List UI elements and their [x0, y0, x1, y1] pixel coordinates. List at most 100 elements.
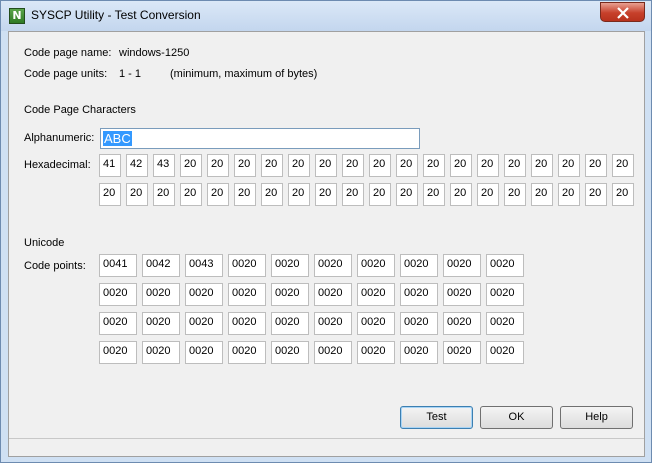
hex-cell: 20 — [558, 183, 580, 206]
code-point-cell: 0020 — [443, 283, 481, 306]
code-point-cell: 0020 — [443, 341, 481, 364]
title-bar[interactable]: N SYSCP Utility - Test Conversion — [1, 1, 651, 31]
code-point-cell: 0020 — [486, 254, 524, 277]
code-point-cell: 0020 — [142, 341, 180, 364]
hex-cell: 20 — [531, 154, 553, 177]
hex-cell: 20 — [585, 154, 607, 177]
code-point-cell: 0020 — [357, 254, 395, 277]
dialog-body: Code page name: windows-1250 Code page u… — [8, 31, 645, 457]
code-point-cell: 0020 — [443, 312, 481, 335]
hex-cell: 41 — [99, 154, 121, 177]
alphanumeric-label: Alphanumeric: — [24, 132, 95, 144]
code-point-cell: 0020 — [314, 312, 352, 335]
code-page-units-note: (minimum, maximum of bytes) — [170, 68, 318, 80]
code-point-cell: 0020 — [271, 341, 309, 364]
code-point-cell: 0020 — [185, 283, 223, 306]
code-point-cell: 0020 — [357, 283, 395, 306]
code-point-cell: 0020 — [142, 312, 180, 335]
code-point-cell: 0020 — [99, 312, 137, 335]
alphanumeric-input[interactable]: ABC — [100, 128, 420, 149]
code-page-units-label: Code page units: — [24, 68, 108, 80]
hex-cell: 20 — [315, 183, 337, 206]
code-point-cell: 0020 — [314, 283, 352, 306]
hexadecimal-label: Hexadecimal: — [24, 159, 91, 171]
code-point-cell: 0020 — [400, 283, 438, 306]
hex-cell: 20 — [315, 154, 337, 177]
code-point-cell: 0020 — [185, 341, 223, 364]
window-title: SYSCP Utility - Test Conversion — [31, 8, 201, 22]
hex-cell: 20 — [207, 154, 229, 177]
hex-cell: 20 — [504, 183, 526, 206]
code-page-name-value: windows-1250 — [119, 47, 190, 59]
code-point-cell: 0043 — [185, 254, 223, 277]
code-point-cell: 0020 — [271, 283, 309, 306]
code-point-cell: 0020 — [228, 312, 266, 335]
code-point-cell: 0020 — [486, 312, 524, 335]
hex-cell: 20 — [342, 154, 364, 177]
hex-cell: 20 — [126, 183, 148, 206]
hex-cell: 20 — [477, 183, 499, 206]
code-point-cell: 0020 — [486, 283, 524, 306]
help-button[interactable]: Help — [560, 406, 633, 429]
hex-cell: 20 — [423, 154, 445, 177]
code-point-cell: 0020 — [357, 312, 395, 335]
code-page-name-label: Code page name: — [24, 47, 112, 59]
code-point-cell: 0020 — [185, 312, 223, 335]
code-page-characters-heading: Code Page Characters — [24, 104, 136, 116]
code-point-cell: 0020 — [271, 254, 309, 277]
hex-cell: 20 — [504, 154, 526, 177]
selected-text: ABC — [103, 131, 132, 146]
hex-cell: 20 — [450, 154, 472, 177]
hex-cell: 20 — [288, 183, 310, 206]
code-point-cell: 0020 — [228, 254, 266, 277]
hex-cell: 20 — [153, 183, 175, 206]
code-point-cell: 0020 — [99, 341, 137, 364]
hex-cell: 20 — [342, 183, 364, 206]
hex-cell: 43 — [153, 154, 175, 177]
code-point-cell: 0020 — [400, 312, 438, 335]
hex-cell: 20 — [612, 183, 634, 206]
hex-cell: 20 — [423, 183, 445, 206]
hex-cell: 20 — [207, 183, 229, 206]
hex-cell: 20 — [585, 183, 607, 206]
code-point-cell: 0020 — [314, 254, 352, 277]
app-icon: N — [9, 8, 25, 24]
hex-cell: 20 — [369, 154, 391, 177]
code-point-cell: 0020 — [228, 283, 266, 306]
code-point-cell: 0020 — [99, 283, 137, 306]
hex-cell: 20 — [477, 154, 499, 177]
ok-button[interactable]: OK — [480, 406, 553, 429]
code-point-cell: 0020 — [443, 254, 481, 277]
code-point-cell: 0020 — [228, 341, 266, 364]
code-point-cell: 0041 — [99, 254, 137, 277]
close-icon — [617, 7, 629, 19]
hex-cell: 20 — [234, 154, 256, 177]
dialog-window: N SYSCP Utility - Test Conversion Code p… — [0, 0, 652, 463]
code-point-cell: 0020 — [400, 254, 438, 277]
code-point-cell: 0020 — [357, 341, 395, 364]
status-bar — [9, 438, 644, 456]
hex-cell: 20 — [180, 154, 202, 177]
hex-cell: 20 — [234, 183, 256, 206]
code-points-label: Code points: — [24, 260, 86, 272]
hex-cell: 42 — [126, 154, 148, 177]
code-point-cell: 0042 — [142, 254, 180, 277]
hex-cell: 20 — [396, 183, 418, 206]
hex-cell: 20 — [396, 154, 418, 177]
test-button[interactable]: Test — [400, 406, 473, 429]
hex-cell: 20 — [180, 183, 202, 206]
hex-cell: 20 — [369, 183, 391, 206]
hex-cell: 20 — [261, 183, 283, 206]
code-page-units-value: 1 - 1 — [119, 68, 142, 80]
code-point-cell: 0020 — [486, 341, 524, 364]
close-button[interactable] — [600, 2, 645, 22]
hex-cell: 20 — [558, 154, 580, 177]
hex-cell: 20 — [531, 183, 553, 206]
code-point-cell: 0020 — [142, 283, 180, 306]
code-point-cell: 0020 — [400, 341, 438, 364]
hex-cell: 20 — [288, 154, 310, 177]
hex-cell: 20 — [612, 154, 634, 177]
code-point-cell: 0020 — [271, 312, 309, 335]
hex-cell: 20 — [99, 183, 121, 206]
unicode-heading: Unicode — [24, 237, 65, 249]
